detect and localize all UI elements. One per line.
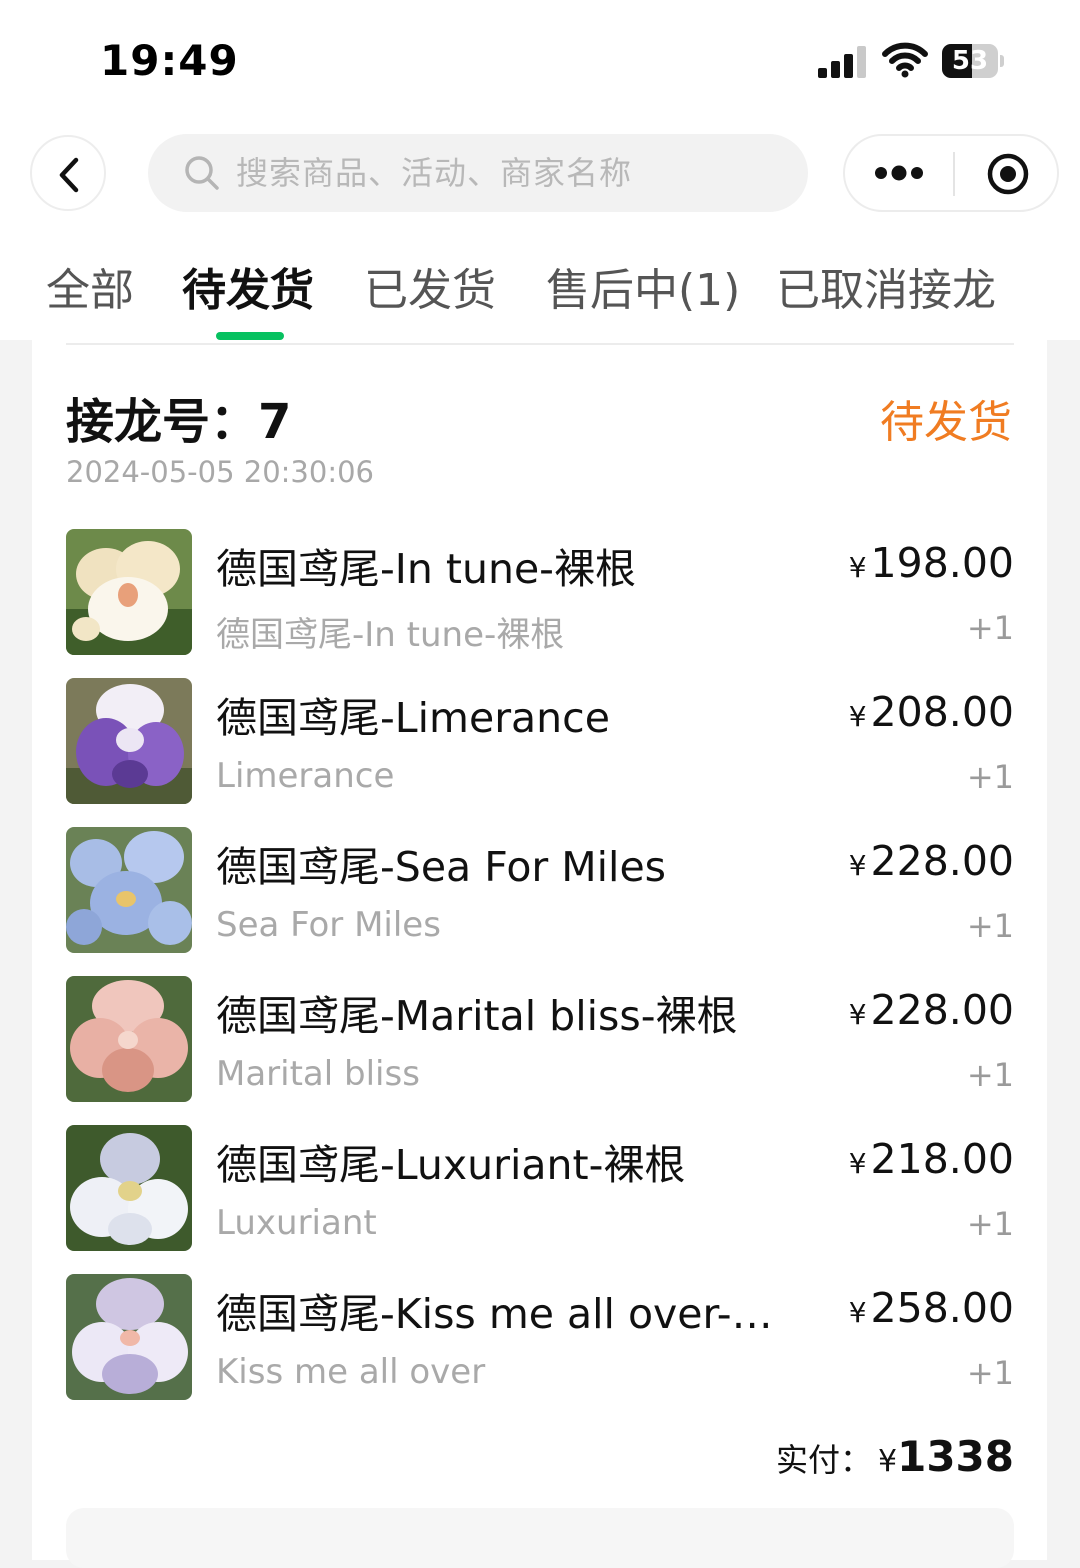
item-quantity: +1	[966, 907, 1014, 945]
currency-symbol: ¥	[848, 1296, 867, 1329]
item-price: ¥228.00	[849, 837, 1014, 885]
order-total: 实付： ¥1338	[776, 1432, 1014, 1481]
order-status: 待发货	[880, 397, 1012, 448]
item-name: 德国鸢尾-Limerance	[216, 694, 610, 742]
item-spec: Marital bliss	[216, 1054, 420, 1094]
item-price: ¥258.00	[849, 1284, 1014, 1332]
total-amount: 1338	[897, 1432, 1014, 1481]
wifi-icon	[882, 42, 928, 78]
total-label: 实付：	[775, 1441, 872, 1479]
item-quantity: +1	[966, 609, 1014, 647]
order-item[interactable]: 德国鸢尾-Luxuriant-裸根 Luxuriant ¥218.00 +1	[66, 1125, 1014, 1253]
currency-symbol: ¥	[848, 998, 867, 1031]
chevron-left-icon	[59, 157, 79, 193]
item-price: ¥218.00	[849, 1135, 1014, 1183]
item-spec: Sea For Miles	[216, 905, 441, 945]
product-image	[66, 678, 192, 804]
order-time: 2024-05-05 20:30:06	[66, 455, 374, 489]
item-name: 德国鸢尾-Luxuriant-裸根	[216, 1141, 686, 1189]
price-value: 258.00	[870, 1284, 1014, 1332]
product-image	[66, 1125, 192, 1251]
order-item[interactable]: 德国鸢尾-Sea For Miles Sea For Miles ¥228.00…	[66, 827, 1014, 955]
search-placeholder: 搜索商品、活动、商家名称	[236, 154, 633, 192]
search-icon	[185, 156, 219, 190]
product-image	[66, 827, 192, 953]
currency-symbol: ¥	[848, 849, 867, 882]
product-image	[66, 529, 192, 655]
tab-after-sales[interactable]: 售后中(1)	[546, 254, 740, 318]
item-quantity: +1	[966, 1205, 1014, 1243]
next-order-preview	[66, 1508, 1014, 1568]
item-spec: 德国鸢尾-In tune-裸根	[216, 615, 565, 655]
item-quantity: +1	[966, 758, 1014, 796]
close-miniprogram-icon[interactable]	[987, 153, 1029, 195]
item-name: 德国鸢尾-Marital bliss-裸根	[216, 992, 738, 1040]
search-input[interactable]: 搜索商品、活动、商家名称	[148, 134, 808, 212]
tab-cancelled[interactable]: 已取消接龙	[776, 254, 996, 318]
order-item[interactable]: 德国鸢尾-Limerance Limerance ¥208.00 +1	[66, 678, 1014, 806]
back-button[interactable]	[30, 135, 106, 211]
total-currency: ¥	[878, 1444, 898, 1479]
product-image	[66, 976, 192, 1102]
price-value: 228.00	[870, 837, 1014, 885]
more-options-icon[interactable]	[873, 161, 925, 185]
order-item[interactable]: 德国鸢尾-In tune-裸根 德国鸢尾-In tune-裸根 ¥198.00 …	[66, 529, 1014, 657]
tab-shipped[interactable]: 已发货	[364, 254, 496, 318]
currency-symbol: ¥	[848, 700, 867, 733]
item-quantity: +1	[966, 1056, 1014, 1094]
price-value: 218.00	[870, 1135, 1014, 1183]
status-time: 19:49	[100, 36, 239, 85]
active-tab-indicator	[216, 332, 284, 340]
price-value: 228.00	[870, 986, 1014, 1034]
miniprogram-capsule	[843, 134, 1059, 212]
item-name: 德国鸢尾-Kiss me all over-…	[216, 1290, 773, 1338]
item-price: ¥208.00	[849, 688, 1014, 736]
item-name: 德国鸢尾-In tune-裸根	[216, 545, 636, 593]
battery-indicator: 53	[942, 44, 1004, 78]
item-spec: Kiss me all over	[216, 1352, 486, 1392]
item-quantity: +1	[966, 1354, 1014, 1392]
order-item[interactable]: 德国鸢尾-Marital bliss-裸根 Marital bliss ¥228…	[66, 976, 1014, 1104]
order-item[interactable]: 德国鸢尾-Kiss me all over-… Kiss me all over…	[66, 1274, 1014, 1402]
tab-pending-shipment[interactable]: 待发货	[182, 254, 314, 318]
tab-all[interactable]: 全部	[46, 254, 134, 318]
product-image	[66, 1274, 192, 1400]
item-price: ¥198.00	[849, 539, 1014, 587]
item-spec: Limerance	[216, 756, 395, 796]
item-name: 德国鸢尾-Sea For Miles	[216, 843, 667, 891]
currency-symbol: ¥	[848, 551, 867, 584]
battery-percent: 53	[951, 46, 989, 76]
price-value: 198.00	[870, 539, 1014, 587]
order-number: 接龙号：7	[66, 394, 292, 450]
currency-symbol: ¥	[848, 1147, 867, 1180]
divider	[66, 343, 1014, 345]
cellular-signal-icon	[818, 46, 866, 78]
item-spec: Luxuriant	[216, 1203, 377, 1243]
item-price: ¥228.00	[849, 986, 1014, 1034]
price-value: 208.00	[870, 688, 1014, 736]
